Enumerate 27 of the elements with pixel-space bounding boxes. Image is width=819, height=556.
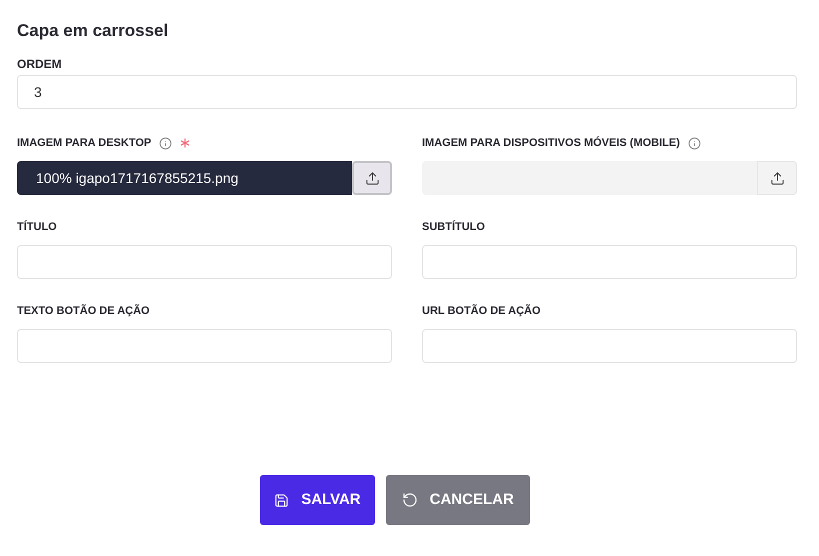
text-field[interactable] xyxy=(17,329,392,363)
file-name: 100% igapo1717167855215.png xyxy=(36,168,238,188)
info-icon[interactable] xyxy=(159,136,172,150)
field-label: IMAGEM PARA DESKTOP xyxy=(17,136,152,151)
required-asterisk-icon xyxy=(180,138,190,148)
cancel-button[interactable]: CANCELAR xyxy=(386,475,530,525)
upload-icon xyxy=(770,170,784,186)
upload-button[interactable] xyxy=(352,161,392,195)
field-label: IMAGEM PARA DISPOSITIVOS MÓVEIS (MOBILE) xyxy=(422,135,680,151)
field-label: TEXTO BOTÃO DE AÇÃO xyxy=(17,303,150,319)
text-field[interactable] xyxy=(17,245,392,279)
field-label: SUBTÍTULO xyxy=(422,219,485,235)
save-button[interactable]: SALVAR xyxy=(260,475,375,525)
undo-icon xyxy=(402,492,418,508)
info-icon[interactable] xyxy=(688,136,701,150)
save-icon xyxy=(274,492,290,508)
order-field[interactable]: 3 xyxy=(17,75,797,109)
form-title: Capa em carrossel xyxy=(17,20,170,40)
field-label: URL BOTÃO DE AÇÃO xyxy=(422,303,541,319)
upload-icon xyxy=(364,170,380,186)
file-field[interactable]: 100% igapo1717167855215.png xyxy=(17,161,352,195)
file-field[interactable] xyxy=(422,161,757,195)
field-label: TÍTULO xyxy=(17,219,57,235)
upload-button[interactable] xyxy=(757,161,797,195)
field-label: ORDEM xyxy=(17,57,62,71)
text-field[interactable] xyxy=(422,245,797,279)
text-field[interactable] xyxy=(422,329,797,363)
